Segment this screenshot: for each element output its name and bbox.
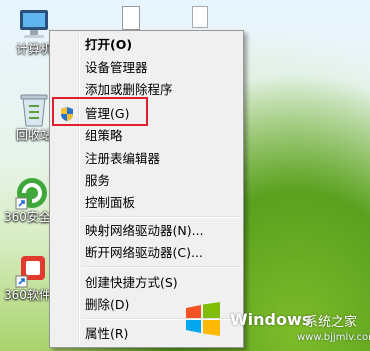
menu-item-device-manager[interactable]: 设备管理器: [53, 57, 240, 79]
menu-item-map-network-drive[interactable]: 映射网络驱动器(N)...: [53, 220, 240, 242]
file-icon[interactable]: [192, 6, 208, 28]
menu-item-registry-editor[interactable]: 注册表编辑器: [53, 148, 240, 170]
360-software-icon: [15, 254, 49, 288]
menu-item-group-policy[interactable]: 组策略: [53, 125, 240, 147]
recycle-bin-icon: [19, 92, 49, 128]
watermark-url: www.bjjmlv.com: [297, 332, 370, 343]
desktop-background: 计算机 回收站 360安全卫士 360软件管家 打开(O) 设备管理器 添加或删…: [0, 0, 370, 351]
menu-item-label: 管理(G): [85, 106, 130, 121]
menu-item-manage[interactable]: 管理(G): [53, 103, 240, 125]
watermark: Windows 系统之家 www.bjjmlv.com: [170, 290, 370, 351]
menu-separator: [82, 266, 240, 268]
menu-item-add-remove-programs[interactable]: 添加或删除程序: [53, 79, 240, 101]
menu-separator: [82, 216, 240, 218]
menu-item-services[interactable]: 服务: [53, 170, 240, 192]
menu-item-control-panel[interactable]: 控制面板: [53, 192, 240, 214]
360-security-icon: [15, 176, 49, 210]
menu-item-open[interactable]: 打开(O): [53, 34, 240, 56]
menu-item-disconnect-network-drive[interactable]: 断开网络驱动器(C)...: [53, 242, 240, 264]
windows-logo-icon: [186, 302, 220, 336]
file-icon[interactable]: [122, 6, 140, 30]
watermark-cn: 系统之家: [305, 315, 358, 330]
watermark-brand: Windows: [230, 310, 312, 329]
computer-icon: [16, 8, 52, 42]
